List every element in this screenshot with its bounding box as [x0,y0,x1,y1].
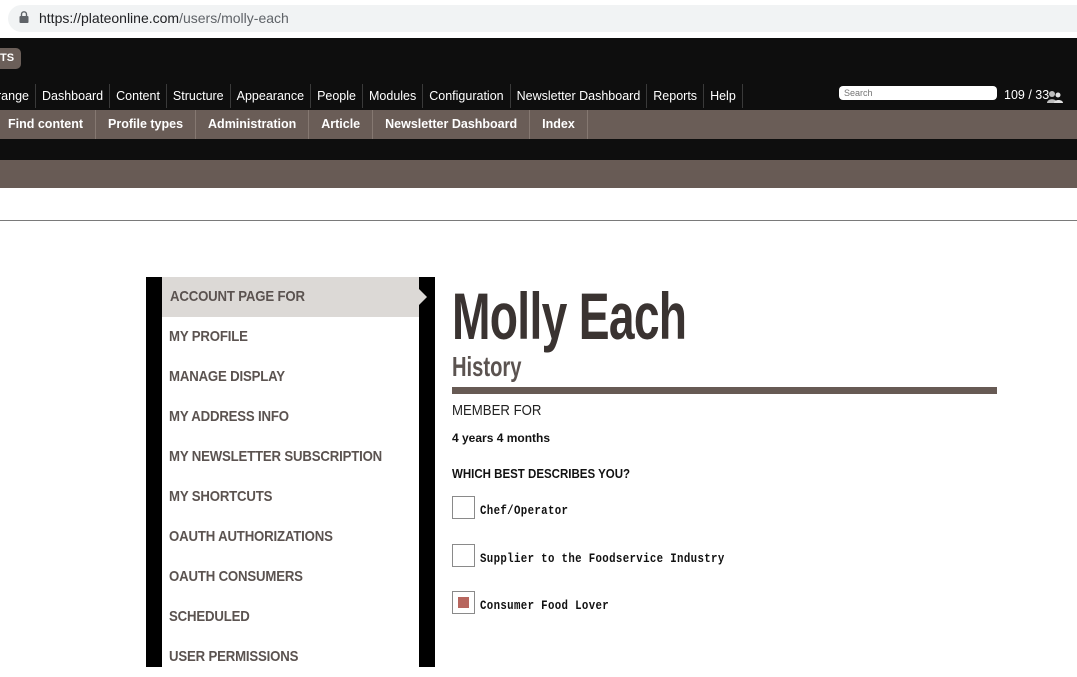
sidebar-item-my-address-info[interactable]: MY ADDRESS INFO [162,397,417,437]
sidebar-item-scheduled[interactable]: SCHEDULED [162,597,417,637]
account-sidebar: ACCOUNT PAGE FOR MY PROFILE MANAGE DISPL… [162,277,419,667]
option-label: Chef/Operator [480,504,569,518]
browser-address-bar: https://plateonline.com/users/molly-each [0,0,1077,38]
checkbox-consumer-food-lover[interactable] [452,591,475,614]
checkbox-supplier[interactable] [452,544,475,567]
checkbox-chef-operator[interactable] [452,496,475,519]
search-input[interactable] [839,86,997,100]
admin-menu-item-arrange[interactable]: range [0,84,36,108]
sidebar-item-label: ACCOUNT PAGE FOR [170,288,305,305]
toolbar-badge[interactable]: TS [0,48,21,69]
admin-menu-item-dashboard[interactable]: Dashboard [36,84,111,108]
shortcut-bar: Find content Profile types Administratio… [0,110,1077,139]
admin-menu-item-reports[interactable]: Reports [647,84,705,108]
member-for-value: 4 years 4 months [452,431,551,445]
shortcut-administration[interactable]: Administration [196,110,310,139]
sidebar-item-manage-display[interactable]: MANAGE DISPLAY [162,357,417,397]
url-path: /users/molly-each [179,10,289,26]
member-for-label: MEMBER FOR [452,402,542,419]
sidebar-item-user-permissions[interactable]: USER PERMISSIONS [162,637,417,677]
admin-menu-item-content[interactable]: Content [110,84,167,108]
admin-menu: range Dashboard Content Structure Appear… [0,84,743,108]
user-count: 109 / 33 [1004,88,1050,102]
admin-menu-item-modules[interactable]: Modules [363,84,424,108]
shortcut-article[interactable]: Article [309,110,374,139]
shortcut-find-content[interactable]: Find content [0,110,96,139]
sidebar-item-my-profile[interactable]: MY PROFILE [162,317,417,357]
admin-menu-item-help[interactable]: Help [704,84,743,108]
sidebar-item-oauth-authorizations[interactable]: OAUTH AUTHORIZATIONS [162,517,417,557]
users-icon [1047,91,1063,103]
shortcut-profile-types[interactable]: Profile types [96,110,197,139]
page-title: Molly Each [452,279,687,353]
describe-question: WHICH BEST DESCRIBES YOU? [452,467,631,481]
admin-menu-item-newsletter-dashboard[interactable]: Newsletter Dashboard [511,84,648,108]
header-band [0,160,1077,188]
sidebar-item-my-shortcuts[interactable]: MY SHORTCUTS [162,477,417,517]
section-rule [452,387,997,394]
shortcut-newsletter-dashboard[interactable]: Newsletter Dashboard [373,110,531,139]
admin-menu-item-people[interactable]: People [311,84,363,108]
option-label: Supplier to the Foodservice Industry [480,552,725,566]
divider [0,220,1077,221]
shortcut-index[interactable]: Index [530,110,588,139]
sidebar-item-newsletter-subscription[interactable]: MY NEWSLETTER SUBSCRIPTION [162,437,417,477]
sidebar-item-account-page[interactable]: ACCOUNT PAGE FOR [162,277,419,317]
section-title: History [452,351,522,382]
option-label: Consumer Food Lover [480,599,610,613]
url-text[interactable]: https://plateonline.com/users/molly-each [39,10,289,26]
sidebar-item-oauth-consumers[interactable]: OAUTH CONSUMERS [162,557,417,597]
admin-menu-item-structure[interactable]: Structure [167,84,231,108]
lock-icon [19,11,29,23]
admin-menu-item-appearance[interactable]: Appearance [231,84,312,108]
active-item-arrow-icon [419,289,427,305]
url-host: https://plateonline.com [39,10,180,26]
admin-menu-item-configuration[interactable]: Configuration [423,84,511,108]
